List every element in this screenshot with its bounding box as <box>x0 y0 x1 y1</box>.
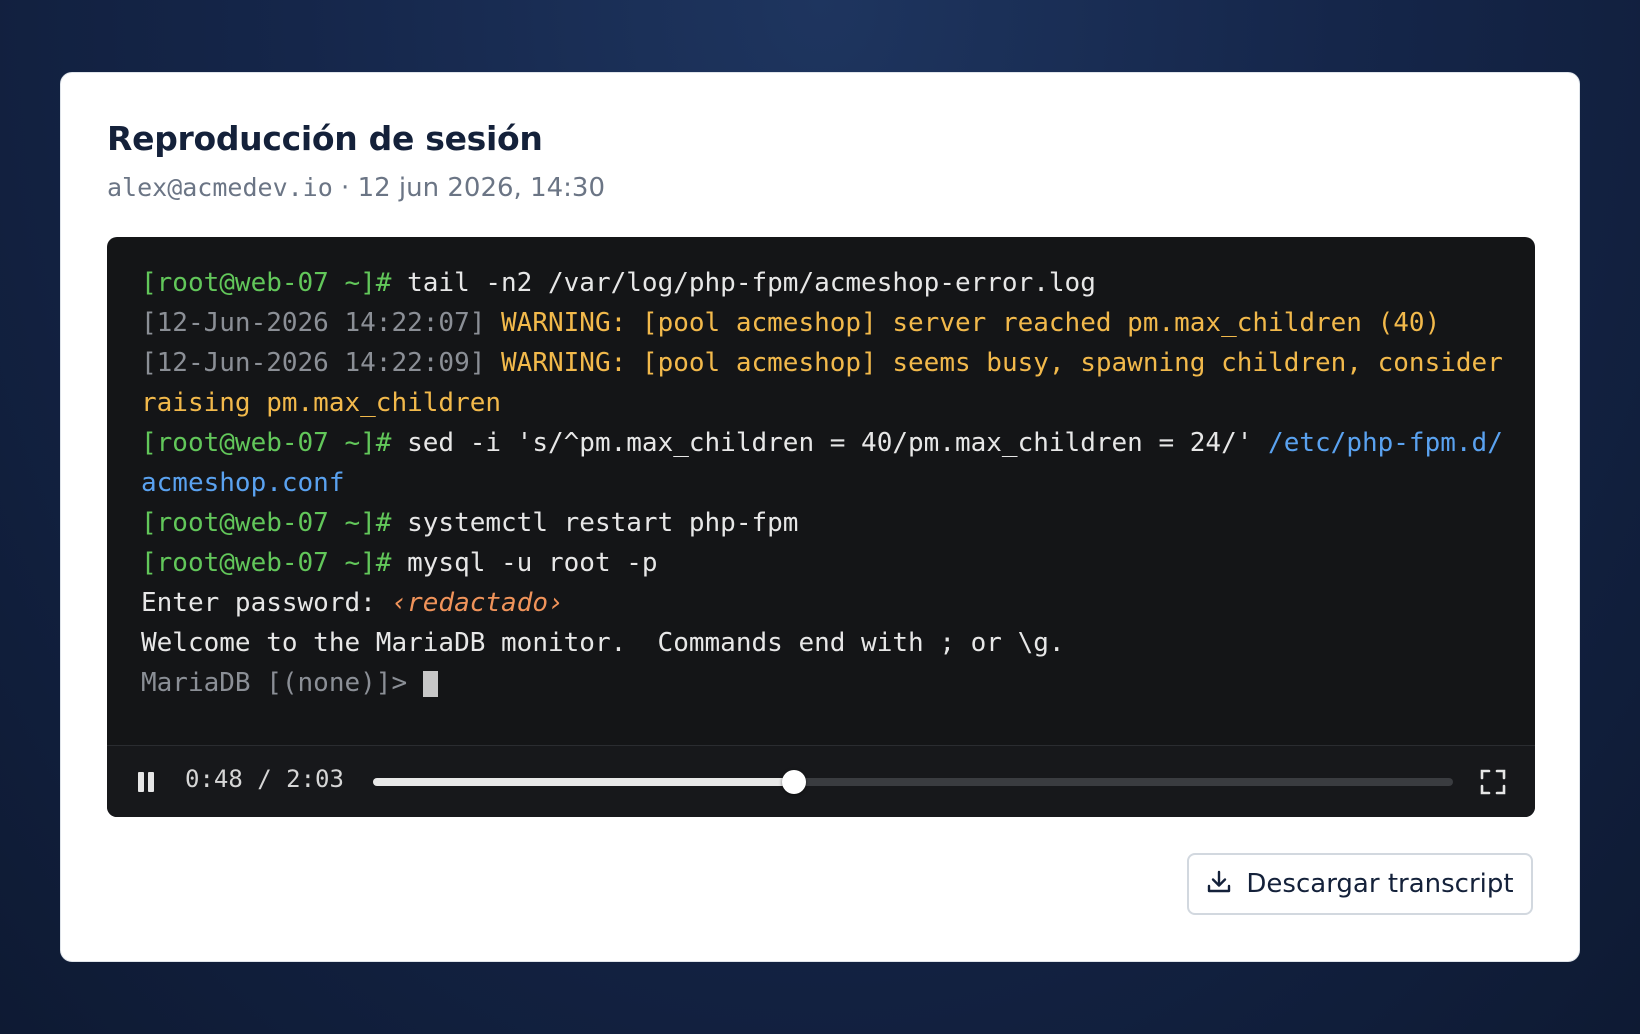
total-time: 2:03 <box>286 765 344 793</box>
time-separator: / <box>242 765 287 793</box>
command-text: systemctl restart php-fpm <box>407 508 799 538</box>
terminal-line: [root@web-07 ~]# tail -n2 /var/log/php-f… <box>141 263 1505 303</box>
log-timestamp: [12-Jun-2026 14:22:07] <box>141 308 486 338</box>
terminal-cursor <box>422 671 438 697</box>
mariadb-prompt: MariaDB [(none)]> <box>141 668 408 698</box>
command-text: tail -n2 /var/log/php-fpm/acmeshop-error… <box>407 268 1096 298</box>
terminal-line: Welcome to the MariaDB monitor. Commands… <box>141 623 1505 663</box>
playback-time: 0:48 / 2:03 <box>185 765 344 793</box>
command-text: mysql -u root -p <box>407 548 658 578</box>
terminal-player: [root@web-07 ~]# tail -n2 /var/log/php-f… <box>107 237 1535 817</box>
session-meta: alex@acmedev.io · 12 jun 2026, 14:30 <box>107 173 605 203</box>
shell-prompt: [root@web-07 ~]# <box>141 548 392 578</box>
download-label: Descargar transcript <box>1246 869 1514 899</box>
session-datetime: 12 jun 2026, 14:30 <box>357 173 605 203</box>
session-user: alex@acmedev.io <box>107 173 333 202</box>
download-transcript-button[interactable]: Descargar transcript <box>1187 853 1533 915</box>
shell-prompt: [root@web-07 ~]# <box>141 508 392 538</box>
meta-separator: · <box>332 173 358 203</box>
progress-track[interactable] <box>373 770 1453 794</box>
terminal-line: Enter password: ‹redactado› <box>141 583 1505 623</box>
download-icon <box>1206 869 1232 900</box>
terminal-line: [root@web-07 ~]# sed -i 's/^pm.max_child… <box>141 423 1505 503</box>
log-timestamp: [12-Jun-2026 14:22:09] <box>141 348 486 378</box>
player-controls: 0:48 / 2:03 <box>107 745 1535 817</box>
terminal-line: MariaDB [(none)]> <box>141 663 1505 703</box>
terminal-line: [root@web-07 ~]# systemctl restart php-f… <box>141 503 1505 543</box>
terminal-line: [12-Jun-2026 14:22:07] WARNING: [pool ac… <box>141 303 1505 343</box>
page-title: Reproducción de sesión <box>107 119 543 158</box>
redacted-password: ‹redactado› <box>391 588 564 618</box>
current-time: 0:48 <box>185 765 243 793</box>
session-replay-card: Reproducción de sesión alex@acmedev.io ·… <box>60 72 1580 962</box>
terminal-line: [root@web-07 ~]# mysql -u root -p <box>141 543 1505 583</box>
command-text: sed -i 's/^pm.max_children = 40/pm.max_c… <box>407 428 1253 458</box>
password-label: Enter password: <box>141 588 376 618</box>
welcome-message: Welcome to the MariaDB monitor. Commands… <box>141 628 1065 658</box>
fullscreen-icon[interactable] <box>1479 768 1507 796</box>
progress-fill <box>373 778 795 786</box>
terminal-output: [root@web-07 ~]# tail -n2 /var/log/php-f… <box>141 263 1505 703</box>
shell-prompt: [root@web-07 ~]# <box>141 268 392 298</box>
terminal-line: [12-Jun-2026 14:22:09] WARNING: [pool ac… <box>141 343 1505 423</box>
pause-icon[interactable] <box>137 772 155 792</box>
progress-thumb[interactable] <box>782 770 807 794</box>
log-warning: WARNING: [pool acmeshop] server reached … <box>501 308 1441 338</box>
shell-prompt: [root@web-07 ~]# <box>141 428 392 458</box>
